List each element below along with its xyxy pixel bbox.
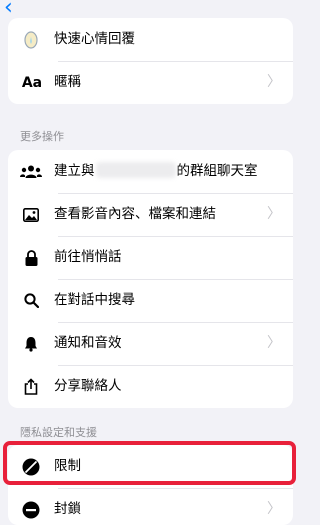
secret-conversation-row[interactable]: 前往悄悄話 (8, 236, 293, 279)
share-contact-row[interactable]: 分享聯絡人 (8, 365, 293, 408)
section-more-actions: 更多操作 (20, 130, 64, 143)
people-icon (20, 150, 42, 193)
section-privacy-support: 隱私設定和支援 (20, 426, 97, 439)
search-in-conversation-label: 在對話中搜尋 (54, 292, 135, 308)
notifications-sounds-label: 通知和音效 (54, 335, 122, 351)
block-icon (20, 488, 42, 525)
heart-reaction-icon (20, 18, 42, 61)
chevron-right-icon: 〉 (267, 74, 281, 90)
chevron-right-icon: 〉 (267, 335, 281, 351)
restrict-highlight-box (3, 441, 296, 485)
view-media-row[interactable]: 查看影音內容、檔案和連結 〉 (8, 193, 293, 236)
create-group-chat-row[interactable]: 建立與 的群組聊天室 (8, 150, 293, 193)
chevron-right-icon: 〉 (267, 206, 281, 222)
back-button[interactable]: ‹ (4, 0, 24, 19)
lock-icon (20, 236, 42, 279)
bell-icon (20, 322, 42, 365)
block-row[interactable]: 封鎖 〉 (8, 488, 293, 525)
chevron-right-icon: 〉 (267, 501, 281, 517)
redacted-name (95, 162, 176, 178)
nickname-aa-icon: Aa (21, 74, 43, 91)
block-label: 封鎖 (54, 501, 81, 517)
quick-reaction-label: 快速心情回覆 (54, 31, 135, 47)
share-icon (20, 365, 42, 408)
search-in-conversation-row[interactable]: 在對話中搜尋 (8, 279, 293, 322)
quick-reaction-row[interactable]: 快速心情回覆 (8, 18, 293, 61)
notifications-sounds-row[interactable]: 通知和音效 〉 (8, 322, 293, 365)
more-actions-card: 建立與 的群組聊天室 查看影音內容、檔案和連結 〉 前往悄悄話 在對話中搜尋 通知… (8, 150, 293, 408)
image-icon (20, 193, 42, 236)
create-group-chat-label: 建立與 的群組聊天室 (54, 162, 258, 179)
nickname-row[interactable]: Aa 暱稱 〉 (8, 61, 293, 104)
share-contact-label: 分享聯絡人 (54, 378, 122, 394)
view-media-label: 查看影音內容、檔案和連結 (54, 206, 216, 222)
nickname-label: 暱稱 (54, 74, 81, 90)
options-card-top: 快速心情回覆 Aa 暱稱 〉 (8, 18, 293, 104)
search-icon (20, 279, 42, 322)
secret-conversation-label: 前往悄悄話 (54, 249, 122, 265)
